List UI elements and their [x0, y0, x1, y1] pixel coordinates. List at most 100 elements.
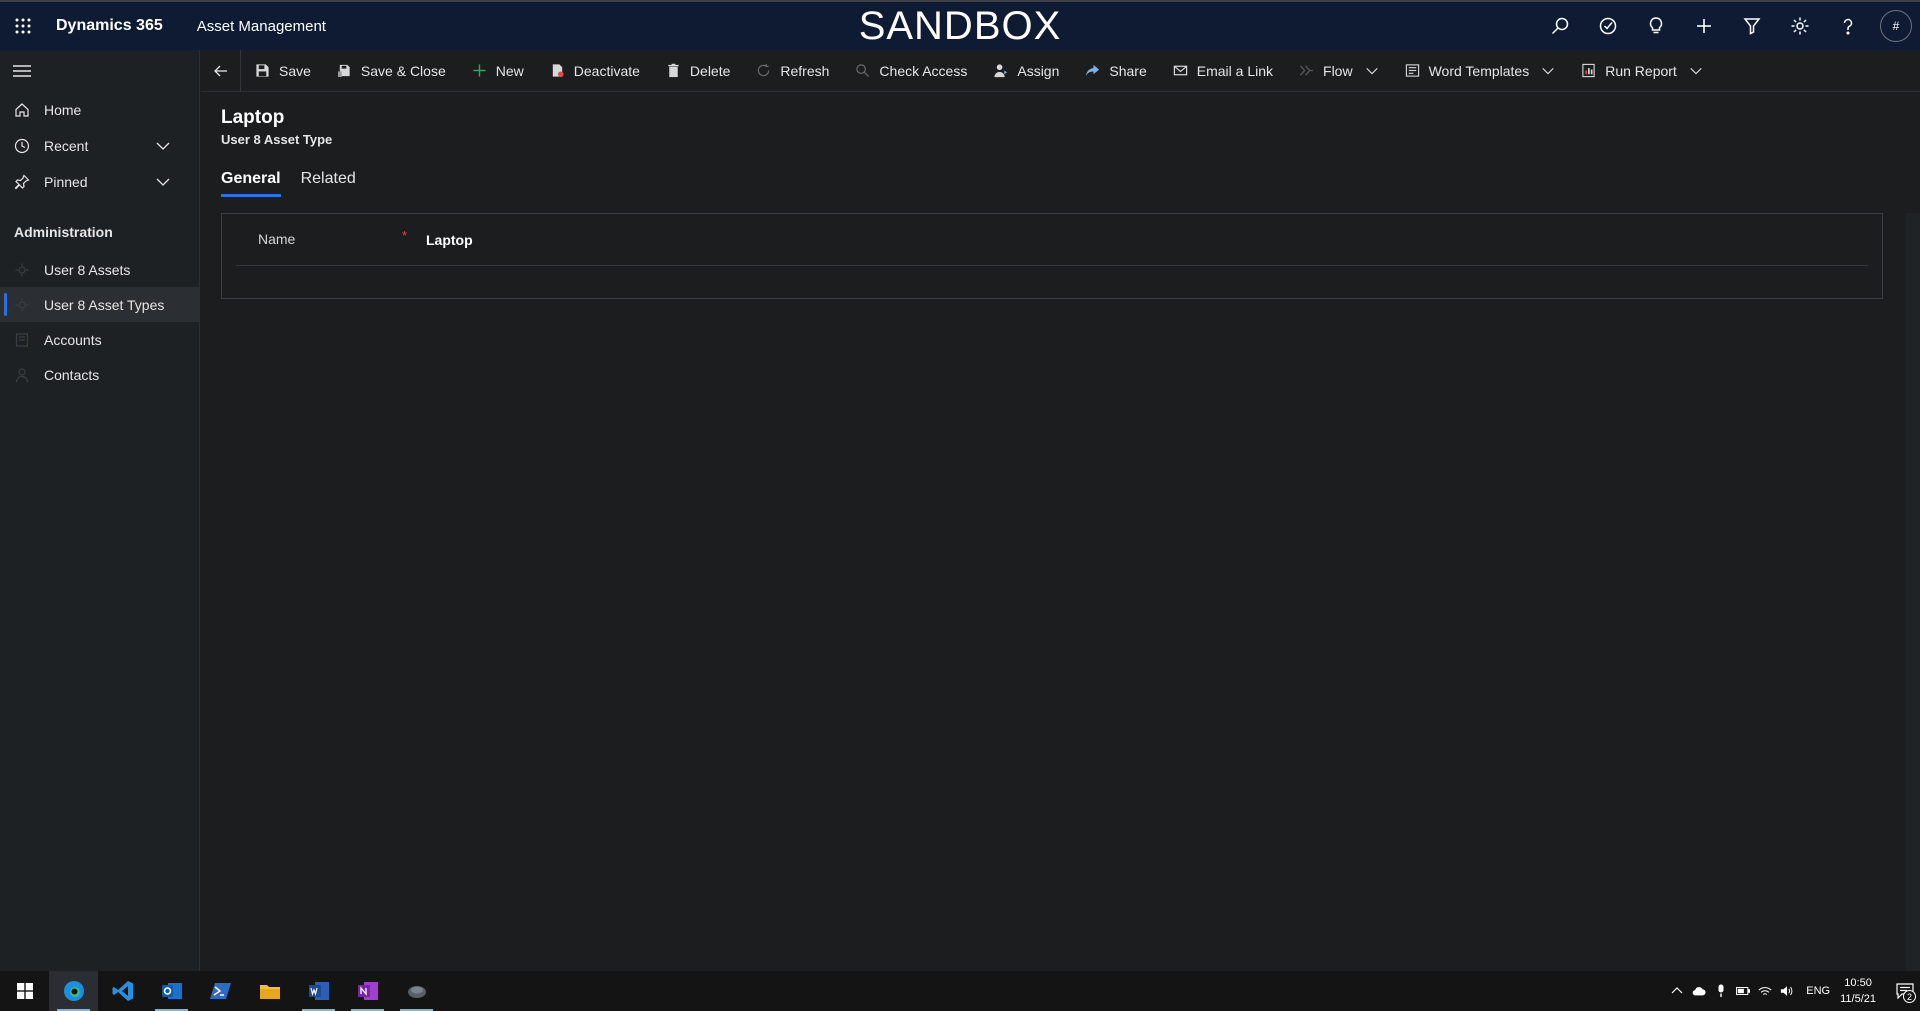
chevron-up-icon[interactable]	[1666, 971, 1688, 1011]
clock-time: 10:50	[1844, 977, 1872, 989]
save-and-close-button[interactable]: Save & Close	[323, 50, 458, 92]
gear-icon[interactable]	[1776, 2, 1824, 50]
save-close-icon	[337, 64, 350, 78]
onedrive-icon[interactable]	[1688, 971, 1710, 1011]
outlook-icon[interactable]	[147, 971, 196, 1011]
share-label: Share	[1109, 62, 1147, 79]
taskbar: ENG 10:50 11/5/21 2	[0, 971, 1920, 1011]
input-language[interactable]: ENG	[1806, 985, 1830, 997]
plus-icon	[473, 64, 486, 77]
file-explorer-icon[interactable]	[245, 971, 294, 1011]
sidebar-item-home[interactable]: Home	[0, 92, 199, 128]
record-header: Laptop User 8 Asset Type	[221, 107, 332, 147]
refresh-button[interactable]: Refresh	[742, 50, 841, 92]
entity-type-label: User 8 Asset Type	[221, 132, 333, 147]
refresh-icon	[758, 63, 770, 77]
document-template-icon	[1405, 64, 1419, 77]
battery-icon[interactable]	[1732, 971, 1754, 1011]
notification-center-icon[interactable]: 2	[1890, 971, 1920, 1011]
word-icon[interactable]	[294, 971, 343, 1011]
clock-date: 11/5/21	[1840, 993, 1876, 1005]
sidebar-item-pinned[interactable]: Pinned	[0, 164, 199, 200]
help-icon[interactable]	[1824, 2, 1872, 50]
edge-icon[interactable]	[49, 971, 98, 1011]
powershell-icon[interactable]	[196, 971, 245, 1011]
command-bar: Save Save & Close New Deactivate Delete …	[201, 49, 1920, 92]
tab-general[interactable]: General	[221, 170, 281, 197]
back-button[interactable]	[201, 49, 241, 92]
search-icon[interactable]	[1536, 2, 1584, 50]
task-icon[interactable]	[1584, 2, 1632, 50]
share-icon	[1086, 64, 1100, 77]
plus-icon[interactable]	[1680, 2, 1728, 50]
site-map-sidebar: Home Recent Pinned Administration User 8…	[0, 50, 200, 971]
lightbulb-icon[interactable]	[1632, 2, 1680, 50]
deactivate-button[interactable]: Deactivate	[536, 50, 652, 92]
app-launcher-icon[interactable]	[0, 2, 46, 50]
deactivate-icon	[552, 64, 564, 78]
brand-title[interactable]: Dynamics 365	[56, 17, 163, 35]
app-name[interactable]: Asset Management	[197, 18, 326, 35]
clock-icon	[14, 138, 30, 154]
delete-button[interactable]: Delete	[652, 50, 742, 92]
hamburger-menu-icon[interactable]	[0, 50, 199, 92]
microphone-icon[interactable]	[1710, 971, 1732, 1011]
sidebar-item-label: Pinned	[44, 174, 88, 190]
save-button[interactable]: Save	[241, 50, 323, 92]
system-tray: ENG 10:50 11/5/21 2	[1666, 971, 1920, 1011]
flow-button[interactable]: Flow	[1285, 50, 1391, 92]
wifi-icon[interactable]	[1754, 971, 1776, 1011]
clock[interactable]: 10:50 11/5/21	[1840, 975, 1876, 1007]
trash-icon	[668, 63, 679, 78]
app-header: Dynamics 365 Asset Management SANDBOX #	[0, 0, 1920, 50]
chevron-down-icon[interactable]	[1365, 64, 1379, 78]
assign-button[interactable]: Assign	[979, 50, 1071, 92]
check-access-button[interactable]: Check Access	[841, 50, 979, 92]
person-assign-icon	[994, 64, 1008, 78]
new-button[interactable]: New	[458, 50, 536, 92]
volume-icon[interactable]	[1776, 971, 1798, 1011]
email-link-icon	[1173, 65, 1187, 76]
run-report-button[interactable]: Run Report	[1567, 50, 1715, 92]
scrollbar[interactable]	[1906, 213, 1920, 971]
sidebar-item-user-8-assets[interactable]: User 8 Assets	[0, 252, 199, 287]
name-field[interactable]: Laptop	[426, 232, 473, 248]
onenote-icon[interactable]	[343, 971, 392, 1011]
sidebar-item-label: Home	[44, 102, 82, 118]
sidebar-item-user-8-asset-types[interactable]: User 8 Asset Types	[0, 287, 199, 322]
sidebar-item-accounts[interactable]: Accounts	[0, 322, 199, 357]
form-tabs: General Related	[221, 170, 376, 197]
sidebar-item-recent[interactable]: Recent	[0, 128, 199, 164]
entity-icon	[15, 298, 29, 311]
tab-related[interactable]: Related	[301, 170, 356, 197]
sidebar-item-label: Recent	[44, 138, 89, 154]
entity-icon	[15, 263, 29, 276]
notification-count-badge: 2	[1903, 990, 1916, 1003]
mouse-app-icon[interactable]	[392, 971, 441, 1011]
avatar[interactable]: #	[1880, 10, 1912, 42]
filter-icon[interactable]	[1728, 2, 1776, 50]
sidebar-item-label: Contacts	[44, 366, 100, 383]
flow-icon	[1299, 65, 1314, 76]
sidebar-item-contacts[interactable]: Contacts	[0, 357, 199, 392]
assign-label: Assign	[1017, 62, 1060, 79]
chevron-down-icon[interactable]	[1541, 64, 1555, 78]
windows-start-icon[interactable]	[0, 971, 49, 1011]
chevron-down-icon[interactable]	[1689, 64, 1703, 78]
page-title: Laptop	[221, 107, 285, 128]
delete-label: Delete	[689, 62, 731, 79]
vscode-icon[interactable]	[98, 971, 147, 1011]
word-templates-label: Word Templates	[1428, 62, 1530, 79]
word-templates-button[interactable]: Word Templates	[1391, 50, 1568, 92]
pin-icon	[14, 174, 30, 190]
sidebar-item-label: User 8 Asset Types	[44, 296, 165, 313]
sidebar-section-title: Administration	[14, 224, 113, 240]
general-section: Name * Laptop	[221, 213, 1883, 299]
chevron-down-icon[interactable]	[155, 174, 171, 190]
flow-label: Flow	[1323, 62, 1353, 79]
arrow-left-icon	[213, 65, 227, 76]
share-button[interactable]: Share	[1071, 50, 1158, 92]
refresh-label: Refresh	[780, 62, 830, 79]
chevron-down-icon[interactable]	[155, 138, 171, 154]
email-link-button[interactable]: Email a Link	[1159, 50, 1285, 92]
